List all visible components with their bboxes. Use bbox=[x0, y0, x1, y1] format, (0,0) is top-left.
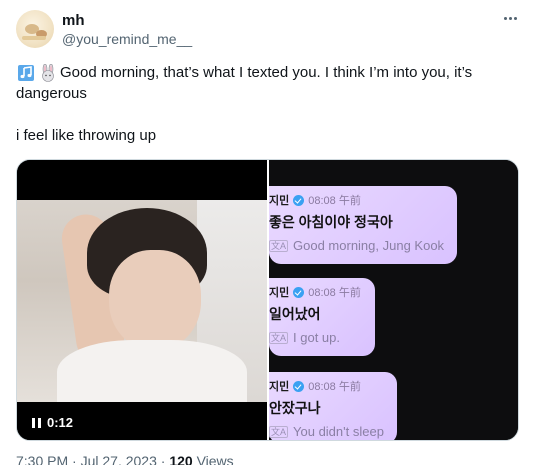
video-player[interactable]: 0:12 bbox=[17, 160, 267, 440]
translate-icon: 文A bbox=[269, 239, 289, 252]
tweet-footer: 7:30 PM · Jul 27, 2023 · 120 Views bbox=[16, 453, 234, 465]
translate-icon: 文A bbox=[269, 425, 289, 438]
verified-icon bbox=[293, 286, 305, 298]
chat-bubble: 지민 08:08 午前 일어났어 文A I got up. bbox=[269, 278, 375, 356]
chat-message: 좋은 아침이야 정국아 bbox=[269, 214, 393, 230]
tweet-text: Good morning, that’s what I texted you. … bbox=[16, 62, 516, 146]
tweet-text-line-1: Good morning, that’s what I texted you. … bbox=[60, 64, 473, 81]
tweet-text-line-3: i feel like throwing up bbox=[16, 127, 157, 144]
chat-time: 08:08 午前 bbox=[308, 195, 361, 207]
chat-message: 일어났어 bbox=[269, 306, 321, 322]
chat-translation: You didn't sleep bbox=[293, 424, 384, 439]
tweet-card: mh @you_remind_me__ Good morning, that’s… bbox=[0, 0, 540, 465]
chat-message: 안잤구나 bbox=[269, 400, 321, 416]
chat-bubble: 지민 08:08 午前 좋은 아침이야 정국아 文A Good morning,… bbox=[269, 186, 457, 264]
user-handle[interactable]: @you_remind_me__ bbox=[62, 31, 192, 47]
avatar[interactable] bbox=[16, 10, 54, 48]
video-controls[interactable]: 0:12 bbox=[32, 415, 73, 430]
chat-translation: Good morning, Jung Kook bbox=[293, 238, 445, 253]
chat-sender: 지민 bbox=[269, 381, 290, 393]
more-options-icon[interactable] bbox=[500, 8, 520, 28]
chat-time: 08:08 午前 bbox=[308, 287, 361, 299]
chat-sender: 지민 bbox=[269, 287, 290, 299]
music-note-icon bbox=[16, 64, 36, 82]
chat-time: 08:08 午前 bbox=[308, 381, 361, 393]
translate-icon: 文A bbox=[269, 331, 289, 344]
tweet-timestamp[interactable]: 7:30 PM · Jul 27, 2023 · bbox=[16, 453, 165, 465]
verified-icon bbox=[293, 194, 305, 206]
pause-icon[interactable] bbox=[32, 417, 41, 428]
chat-translation: I got up. bbox=[293, 330, 340, 345]
verified-icon bbox=[293, 380, 305, 392]
chat-bubble: 지민 08:08 午前 안잤구나 文A You didn't sleep bbox=[269, 372, 397, 440]
video-elapsed-time: 0:12 bbox=[47, 415, 74, 430]
media-container[interactable]: 0:12 지민 08:08 午前 좋은 아침이야 정국아 文A Good mor… bbox=[16, 159, 519, 441]
video-frame bbox=[17, 200, 267, 402]
chat-screenshot[interactable]: 지민 08:08 午前 좋은 아침이야 정국아 文A Good morning,… bbox=[269, 160, 518, 440]
tweet-text-line-2: dangerous bbox=[16, 85, 87, 102]
views-count: 120 bbox=[169, 453, 193, 465]
views-label: Views bbox=[196, 453, 234, 465]
chat-sender: 지민 bbox=[269, 195, 290, 207]
rabbit-icon bbox=[38, 63, 58, 82]
display-name[interactable]: mh bbox=[62, 12, 85, 29]
